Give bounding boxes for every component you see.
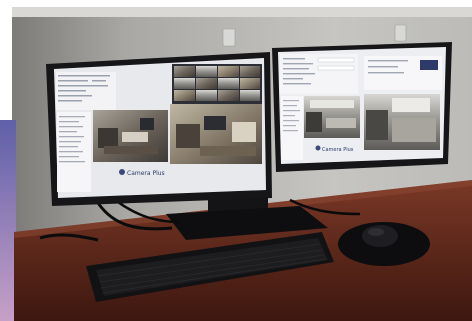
left-logo-text: Camera Plus: [127, 170, 165, 177]
mouse-highlight: [368, 228, 384, 236]
left-video-feed-2: [170, 104, 262, 164]
left-video-feed-1: [93, 110, 168, 162]
photo-svg: Camera Plus Camera Plus: [0, 0, 472, 321]
right-video-feed-1: [304, 96, 360, 138]
mouse: [362, 225, 398, 247]
right-logo-text: Camera Plus: [322, 147, 354, 153]
photo-scene: Camera Plus Camera Plus: [0, 0, 472, 321]
outlet-plate-1: [222, 28, 236, 47]
right-monitor: Camera Plus: [272, 42, 452, 172]
left-camera-grid: [172, 64, 262, 104]
wall-top-trim: [12, 7, 472, 17]
right-video-feed-2: [364, 94, 440, 150]
outlet-plate-2: [394, 24, 407, 42]
right-camera-logo: Camera Plus: [315, 145, 354, 153]
left-monitor: Camera Plus: [46, 52, 272, 206]
floor-edge: [0, 120, 16, 321]
